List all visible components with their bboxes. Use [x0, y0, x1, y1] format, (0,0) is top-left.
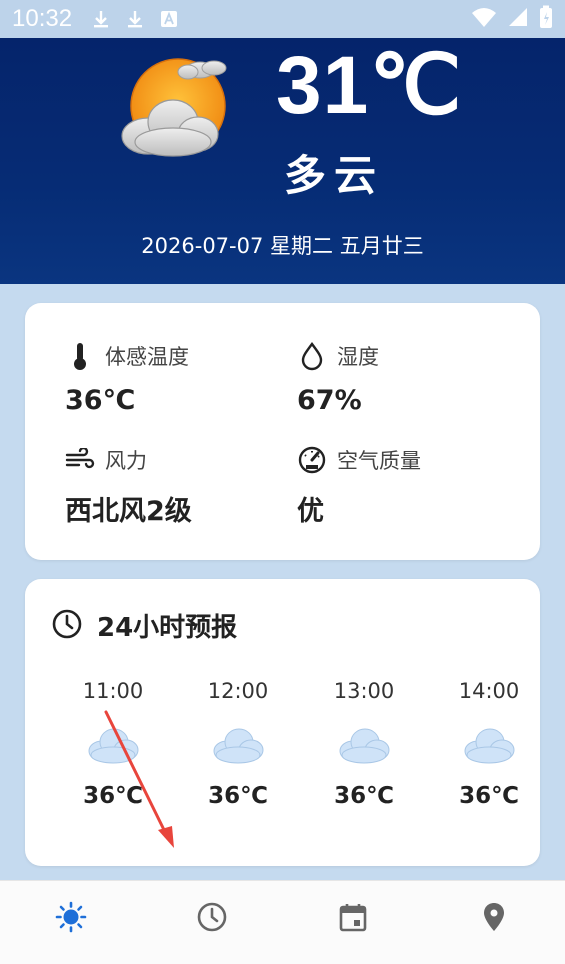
detail-wind: 风力 西北风2级	[65, 445, 192, 528]
status-bar: 10:32	[0, 0, 565, 38]
weather-header: 31℃ 多云 2026-07-07 星期二 五月廿三	[0, 38, 565, 284]
hour-temp: 36℃	[83, 783, 143, 809]
battery-icon	[539, 5, 553, 33]
signal-icon	[507, 6, 529, 32]
status-time: 10:32	[12, 5, 73, 32]
cloud-icon	[337, 725, 391, 765]
hourly-item: 14:00 36℃	[434, 679, 540, 809]
gauge-icon	[297, 445, 327, 475]
cloud-icon	[211, 725, 265, 765]
cloud-icon	[86, 725, 140, 765]
detail-value: 36℃	[65, 385, 136, 416]
detail-humidity: 湿度 67%	[297, 341, 379, 416]
thermometer-icon	[65, 341, 95, 371]
hour-time: 12:00	[207, 679, 269, 703]
detail-label: 体感温度	[105, 345, 189, 369]
detail-feels-like: 体感温度 36℃	[65, 341, 189, 416]
nav-tab-calendar[interactable]	[282, 881, 423, 964]
droplet-icon	[297, 341, 327, 371]
nav-tab-location[interactable]	[423, 881, 564, 964]
current-temperature: 31℃	[276, 40, 463, 131]
partly-cloudy-icon	[118, 56, 236, 166]
detail-label: 湿度	[337, 345, 379, 369]
nav-tab-today[interactable]	[0, 881, 141, 964]
calendar-icon	[337, 901, 369, 933]
download-icon	[90, 8, 112, 30]
clock-icon	[196, 901, 228, 933]
detail-value: 西北风2级	[65, 496, 192, 527]
font-icon	[158, 8, 180, 30]
download-icon	[124, 8, 146, 30]
hourly-item: 11:00 36℃	[58, 679, 168, 809]
wifi-icon	[471, 6, 497, 32]
location-pin-icon	[478, 901, 510, 933]
clock-icon	[51, 608, 83, 644]
detail-label: 空气质量	[337, 449, 421, 473]
wind-icon	[65, 445, 95, 475]
current-condition: 多云	[284, 151, 385, 200]
bottom-navigation	[0, 880, 565, 964]
hour-time: 11:00	[82, 679, 144, 703]
sun-icon	[55, 901, 87, 933]
nav-tab-history[interactable]	[141, 881, 282, 964]
current-date: 2026-07-07 星期二 五月廿三	[141, 234, 424, 258]
forecast-header: 24小时预报	[51, 607, 237, 644]
detail-value: 67%	[297, 385, 362, 416]
weather-details-card: 体感温度 36℃ 湿度 67% 风力 西北风2级 空气质量 优	[25, 303, 540, 560]
hour-time: 14:00	[458, 679, 520, 703]
detail-air-quality: 空气质量 优	[297, 445, 421, 528]
detail-value: 优	[297, 496, 324, 527]
hourly-item: 12:00 36℃	[183, 679, 293, 809]
hourly-forecast-card: 24小时预报 11:00 36℃ 12:00 36℃ 13:00 36℃ 14:…	[25, 579, 540, 866]
hour-temp: 36℃	[459, 783, 519, 809]
hour-temp: 36℃	[208, 783, 268, 809]
hour-time: 13:00	[333, 679, 395, 703]
hourly-item: 13:00 36℃	[309, 679, 419, 809]
forecast-title: 24小时预报	[97, 613, 238, 643]
cloud-icon	[462, 725, 516, 765]
hour-temp: 36℃	[334, 783, 394, 809]
detail-label: 风力	[105, 449, 147, 473]
hourly-list[interactable]: 11:00 36℃ 12:00 36℃ 13:00 36℃ 14:00 36℃	[25, 679, 540, 839]
